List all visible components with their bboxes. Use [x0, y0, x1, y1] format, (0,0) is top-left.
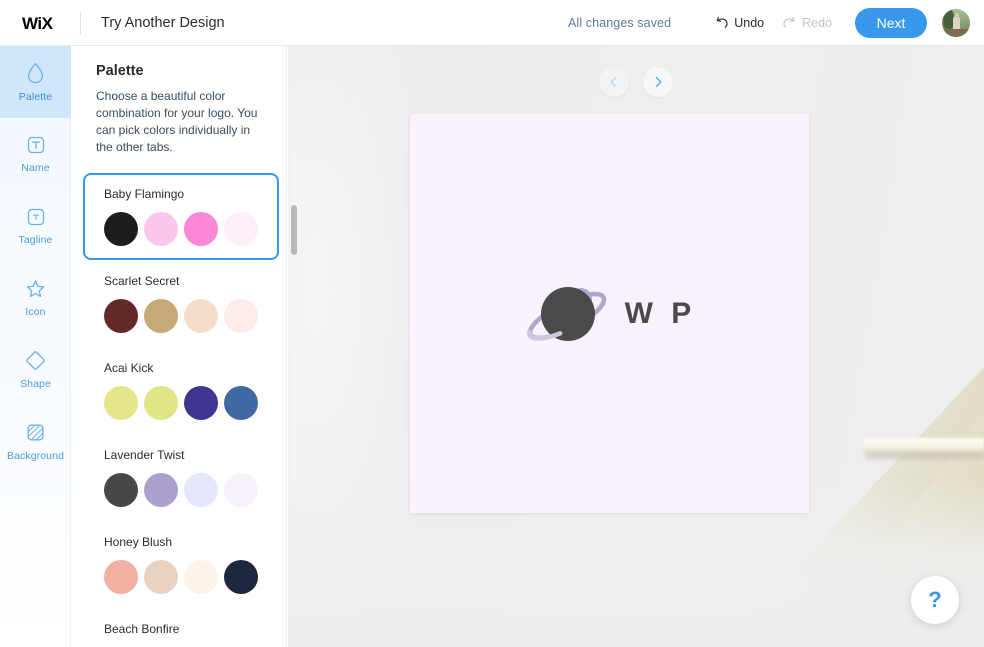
swatch-row	[104, 560, 277, 594]
avatar-ground	[942, 28, 970, 37]
redo-label: Redo	[802, 15, 832, 30]
color-swatch[interactable]	[184, 473, 218, 507]
swatch-row	[104, 212, 277, 246]
color-swatch[interactable]	[224, 560, 258, 594]
save-status-text: All changes saved	[568, 15, 672, 30]
color-swatch[interactable]	[104, 299, 138, 333]
palette-name: Lavender Twist	[104, 448, 185, 462]
color-swatch[interactable]	[144, 560, 178, 594]
sidebar-item-name[interactable]: Name	[0, 118, 71, 190]
color-swatch[interactable]	[104, 473, 138, 507]
sidebar-item-label: Palette	[18, 90, 53, 103]
palette-card-beach-bonfire[interactable]: Beach Bonfire	[83, 608, 279, 647]
droplet-icon	[27, 62, 44, 83]
preview-stage: W P ?	[288, 46, 984, 647]
avatar[interactable]	[942, 8, 970, 37]
color-swatch[interactable]	[104, 386, 138, 420]
sidebar-item-palette[interactable]: Palette	[0, 46, 71, 118]
swatch-row	[104, 299, 277, 333]
small-text-box-icon	[27, 208, 44, 225]
swatch-row	[104, 473, 277, 507]
logo-canvas[interactable]: W P	[410, 114, 809, 513]
sidebar-item-tagline[interactable]: Tagline	[0, 190, 71, 262]
palette-name: Acai Kick	[104, 361, 154, 375]
sidebar-item-background[interactable]: Background	[0, 406, 71, 478]
background-shelf-shadow	[866, 452, 984, 459]
sidebar-item-icon[interactable]: Icon	[0, 262, 71, 334]
chevron-left-icon	[610, 76, 617, 88]
color-swatch[interactable]	[144, 386, 178, 420]
palette-card-baby-flamingo[interactable]: Baby Flamingo	[83, 173, 279, 260]
color-swatch[interactable]	[144, 473, 178, 507]
wix-wordmark-icon: WiX	[22, 14, 54, 32]
color-swatch[interactable]	[184, 299, 218, 333]
undo-button[interactable]: Undo	[705, 16, 773, 30]
sidebar-item-label: Name	[21, 161, 50, 174]
top-header: WiX Try Another Design All changes saved…	[0, 0, 984, 46]
color-swatch[interactable]	[224, 212, 258, 246]
header-divider	[80, 11, 81, 34]
design-navigation	[288, 67, 984, 97]
background-shelf	[864, 438, 984, 453]
palette-panel: Palette Choose a beautiful color combina…	[71, 46, 287, 647]
left-sidebar: Palette Name Tagline Icon Shape Backgrou…	[0, 46, 71, 647]
sidebar-item-shape[interactable]: Shape	[0, 334, 71, 406]
panel-scrollbar-thumb[interactable]	[291, 205, 297, 255]
undo-label: Undo	[734, 15, 765, 30]
panel-scrollbar-track[interactable]	[291, 150, 297, 480]
palette-name: Honey Blush	[104, 535, 173, 549]
page-title: Try Another Design	[101, 14, 225, 31]
previous-design-button[interactable]	[599, 67, 629, 97]
panel-divider	[286, 46, 287, 647]
color-swatch[interactable]	[144, 212, 178, 246]
header-actions: Undo Redo Next	[705, 7, 970, 38]
palette-name: Scarlet Secret	[104, 274, 180, 288]
palette-card-scarlet-secret[interactable]: Scarlet Secret	[83, 260, 279, 347]
undo-icon	[716, 16, 728, 28]
diamond-icon	[26, 351, 45, 370]
logo-mark	[523, 272, 615, 356]
help-button[interactable]: ?	[911, 576, 959, 624]
wix-logo[interactable]: WiX	[22, 14, 62, 32]
chevron-right-icon	[655, 76, 662, 88]
planet-icon	[526, 287, 606, 341]
color-swatch[interactable]	[104, 212, 138, 246]
text-box-icon	[27, 136, 44, 153]
redo-button[interactable]: Redo	[773, 16, 841, 30]
palette-list: Baby Flamingo Scarlet Secret Acai Kick L…	[71, 173, 287, 647]
star-icon	[26, 279, 45, 297]
palette-name: Beach Bonfire	[104, 622, 180, 636]
color-swatch[interactable]	[184, 212, 218, 246]
palette-card-lavender-twist[interactable]: Lavender Twist	[83, 434, 279, 521]
palette-card-acai-kick[interactable]: Acai Kick	[83, 347, 279, 434]
palette-panel-content: Palette Choose a beautiful color combina…	[71, 46, 287, 647]
avatar-person-head	[954, 12, 959, 17]
color-swatch[interactable]	[144, 299, 178, 333]
palette-name: Baby Flamingo	[104, 187, 185, 201]
color-swatch[interactable]	[104, 560, 138, 594]
color-swatch[interactable]	[224, 386, 258, 420]
hatched-square-icon	[27, 424, 44, 441]
avatar-person-body	[953, 15, 960, 29]
sidebar-item-label: Shape	[20, 378, 51, 390]
sidebar-item-label: Background	[6, 450, 65, 462]
color-swatch[interactable]	[224, 299, 258, 333]
color-swatch[interactable]	[224, 473, 258, 507]
color-swatch[interactable]	[184, 386, 218, 420]
next-design-button[interactable]	[643, 67, 673, 97]
sidebar-item-label: Icon	[25, 305, 46, 318]
logo-text: W P	[624, 297, 697, 330]
svg-text:WiX: WiX	[22, 14, 54, 32]
color-swatch[interactable]	[184, 560, 218, 594]
panel-description: Choose a beautiful color combination for…	[96, 89, 258, 154]
palette-card-honey-blush[interactable]: Honey Blush	[83, 521, 279, 608]
logo-maker-app: WiX Try Another Design All changes saved…	[0, 0, 984, 647]
logo-composition: W P	[410, 269, 809, 359]
swatch-row	[104, 386, 277, 420]
sidebar-item-label: Tagline	[18, 233, 53, 246]
panel-title: Palette	[96, 63, 144, 79]
redo-icon	[783, 16, 795, 28]
next-button[interactable]: Next	[855, 7, 927, 38]
